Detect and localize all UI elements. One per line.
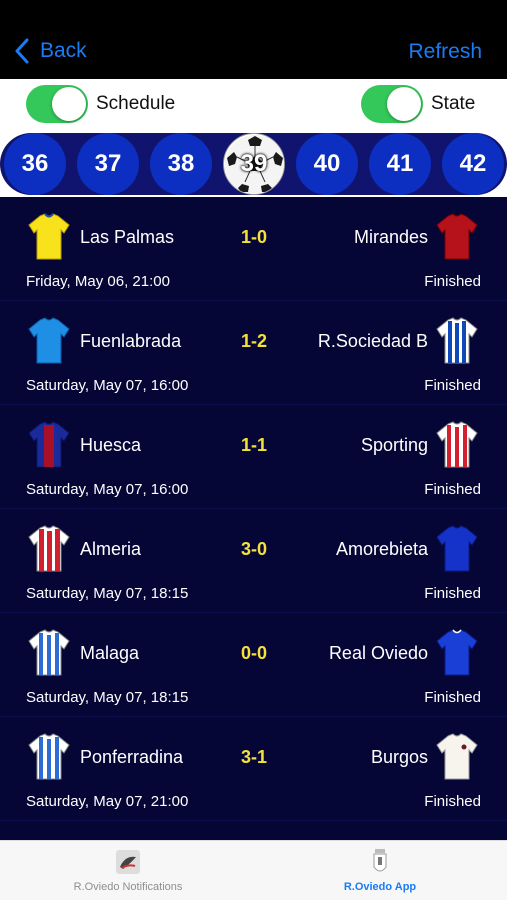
schedule-label: Schedule: [96, 93, 176, 114]
chevron-left-icon: [15, 38, 29, 64]
match-row[interactable]: Almeria 3-0 Amorebieta Saturday, May 07,…: [0, 509, 507, 613]
match-row[interactable]: Malaga 0-0 Real Oviedo Saturday, May 07,…: [0, 613, 507, 717]
match-score: 3-1: [240, 747, 267, 767]
navigation-bar: Back Refresh: [0, 0, 507, 79]
away-team-name: Sporting: [360, 435, 428, 455]
back-button[interactable]: Back: [14, 38, 87, 64]
match-status: Finished: [424, 377, 481, 394]
round-button-37[interactable]: 37: [77, 133, 139, 195]
round-button-36[interactable]: 36: [4, 133, 66, 195]
match-score: 1-0: [240, 227, 267, 247]
match-score: 3-0: [240, 539, 267, 559]
round-button-38[interactable]: 38: [150, 133, 212, 195]
home-team-name: Ponferradina: [80, 747, 184, 767]
match-score: 1-1: [240, 435, 267, 455]
away-team-name: Burgos: [370, 747, 428, 767]
away-team-name: Mirandes: [353, 227, 428, 247]
home-team-name: Almeria: [80, 539, 142, 559]
almeria-shirt-icon: [28, 525, 70, 572]
match-row[interactable]: Ponferradina 3-1 Burgos Saturday, May 07…: [0, 717, 507, 821]
notifications-tab-label: R.Oviedo Notifications: [73, 881, 183, 893]
home-team-name: Fuenlabrada: [80, 331, 182, 351]
tab-app[interactable]: R.Oviedo App: [280, 847, 480, 893]
match-status: Finished: [424, 585, 481, 602]
las-palmas-shirt-icon: [28, 213, 70, 260]
app-tab-label: R.Oviedo App: [343, 881, 417, 893]
ponferradina-shirt-icon: [28, 733, 70, 780]
round-selector: 36 37 38 39 40 41 42: [0, 131, 507, 197]
match-status: Finished: [424, 273, 481, 290]
match-score: 0-0: [240, 643, 267, 663]
match-status: Finished: [424, 689, 481, 706]
round-button-40[interactable]: 40: [296, 133, 358, 195]
round-39-label: 39: [240, 150, 268, 177]
match-status: Finished: [424, 481, 481, 498]
state-label: State: [431, 93, 476, 114]
match-row[interactable]: Huesca 1-1 Sporting Saturday, May 07, 16…: [0, 405, 507, 509]
refresh-button[interactable]: Refresh: [408, 40, 482, 64]
malaga-shirt-icon: [28, 629, 70, 676]
away-team-name: Amorebieta: [335, 539, 428, 559]
round-button-41[interactable]: 41: [369, 133, 431, 195]
amorebieta-shirt-icon: [436, 525, 478, 572]
switch-knob: [387, 87, 421, 121]
crest-icon: [373, 849, 387, 872]
tab-notifications[interactable]: R.Oviedo Notifications: [28, 847, 228, 893]
round-button-42[interactable]: 42: [442, 133, 504, 195]
match-row[interactable]: Las Palmas 1-0 Mirandes Friday, May 06, …: [0, 197, 507, 301]
real-sociedad-b-shirt-icon: [436, 317, 478, 364]
round-button-39-selected[interactable]: 39: [223, 133, 285, 195]
state-toggle-group: State: [361, 85, 475, 123]
home-team-name: Huesca: [80, 435, 142, 455]
fuenlabrada-shirt-icon: [28, 317, 70, 364]
away-team-name: R.Sociedad B: [317, 331, 428, 351]
match-row[interactable]: Fuenlabrada 1-2 R.Sociedad B Saturday, M…: [0, 301, 507, 405]
schedule-toggle-group: Schedule: [26, 85, 175, 123]
schedule-switch[interactable]: [26, 85, 88, 123]
state-switch[interactable]: [361, 85, 423, 123]
switch-knob: [52, 87, 86, 121]
match-date: Saturday, May 07, 16:00: [26, 481, 189, 498]
match-score: 1-2: [240, 331, 267, 351]
away-team-name: Real Oviedo: [328, 643, 428, 663]
matches-list[interactable]: Las Palmas 1-0 Mirandes Friday, May 06, …: [0, 197, 507, 840]
home-team-name: Las Palmas: [80, 227, 175, 247]
match-date: Friday, May 06, 21:00: [26, 273, 170, 290]
match-date: Saturday, May 07, 18:15: [26, 689, 189, 706]
huesca-shirt-icon: [28, 421, 70, 468]
match-status: Finished: [424, 793, 481, 810]
real-oviedo-shirt-icon: [436, 629, 478, 676]
home-team-name: Malaga: [80, 643, 140, 663]
back-label: Back: [40, 39, 87, 62]
match-date: Saturday, May 07, 21:00: [26, 793, 189, 810]
filter-toggles: Schedule State: [0, 79, 507, 131]
tab-bar: R.Oviedo Notifications R.Oviedo App: [0, 840, 507, 900]
burgos-shirt-icon: [436, 733, 478, 780]
mirandes-shirt-icon: [436, 213, 478, 260]
match-date: Saturday, May 07, 16:00: [26, 377, 189, 394]
sporting-shirt-icon: [436, 421, 478, 468]
notifications-tab-icon: [116, 850, 140, 874]
match-date: Saturday, May 07, 18:15: [26, 585, 189, 602]
